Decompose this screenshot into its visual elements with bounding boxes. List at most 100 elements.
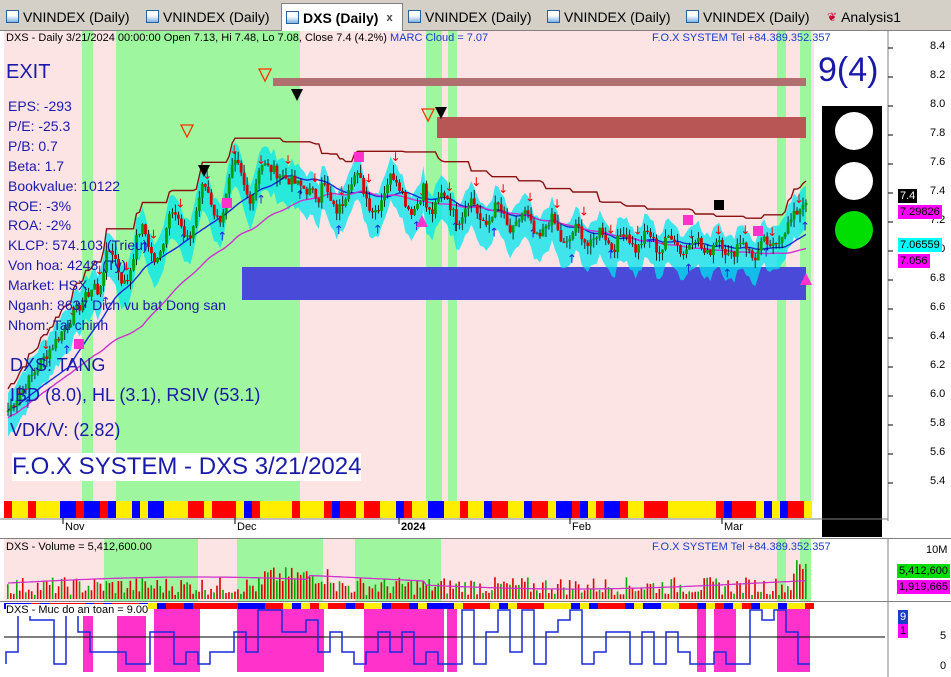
volume-bar: [580, 592, 583, 599]
candle-body: [407, 206, 410, 210]
volume-pane[interactable]: DXS - Volume = 5,412,600.00 F.O.X SYSTEM…: [0, 538, 951, 601]
signal-square: [683, 215, 693, 225]
light-bottom: [835, 211, 873, 249]
volume-bar: [147, 587, 150, 599]
safety-stripe-cell: [636, 501, 644, 518]
candle-body: [457, 223, 461, 225]
safety-stripe-cell: [556, 501, 564, 518]
candle-body: [269, 164, 273, 172]
candle-body: [472, 198, 476, 205]
candle-body: [697, 238, 700, 242]
volume-bar: [84, 590, 87, 599]
safety-stripe-cell: [388, 501, 396, 518]
volume-bar: [586, 584, 589, 599]
candle-body: [499, 204, 503, 211]
volume-tag-current: 5,412,600: [897, 564, 950, 578]
candle-body: [353, 175, 357, 185]
tab-vnindex-2[interactable]: VNINDEX (Daily): [142, 4, 279, 29]
sell-arrow: ↓: [767, 225, 777, 239]
tab-vnindex-3[interactable]: VNINDEX (Daily): [404, 4, 542, 29]
candle-body: [729, 251, 733, 253]
candle-body: [431, 209, 434, 215]
volume-bar: [204, 589, 206, 599]
candle-body: [538, 232, 542, 237]
candle-body: [386, 184, 389, 194]
volume-bar: [748, 579, 750, 599]
volume-bar: [54, 593, 57, 599]
price-tag: 7.29826: [898, 205, 942, 219]
volume-bar: [694, 591, 697, 599]
safety-top-stripe: [562, 603, 571, 609]
safety-top-stripe: [553, 603, 562, 609]
safety-zone: [237, 606, 324, 672]
volume-bar: [763, 580, 765, 599]
safety-stripe-cell: [276, 501, 284, 518]
candle-body: [574, 223, 578, 233]
tab-dxs-daily[interactable]: DXS (Daily) x: [281, 3, 403, 31]
candle-body: [744, 242, 748, 250]
volume-bar: [132, 590, 135, 599]
tab-vnindex-5[interactable]: VNINDEX (Daily): [682, 4, 822, 29]
safety-zone: [364, 606, 444, 672]
candle-body: [541, 228, 545, 237]
volume-bar: [329, 582, 332, 599]
safety-stripe-cell: [372, 501, 380, 518]
candle-body: [260, 165, 264, 171]
safety-top-stripe: [391, 603, 400, 609]
fundamental-item: ROE: -3%: [8, 197, 72, 214]
candle-body: [508, 224, 512, 233]
volume-bar: [778, 594, 780, 599]
price-pane[interactable]: ↓↑↓↑↓↓↑↓↑↓↓↑↓↑↓↓↑↓↑↓↑↓↓↑↓↑↓↓↑↓↑↓↓↑↓↑↓↓↑↓…: [0, 31, 951, 537]
tab-analysis1[interactable]: ❦ Analysis1: [823, 4, 951, 29]
volume-bar: [326, 569, 329, 599]
volume-bar: [347, 585, 350, 599]
sell-arrow: ↓: [283, 153, 293, 167]
volume-bar: [180, 580, 182, 599]
volume-bar: [174, 594, 176, 599]
candle-body: [771, 243, 775, 246]
candle-body: [371, 210, 375, 213]
buy-arrow: ↑: [256, 192, 266, 206]
volume-bar: [673, 577, 676, 599]
volume-bar: [688, 591, 691, 599]
candle-body: [356, 173, 360, 176]
volume-y-tick: 10M: [926, 544, 948, 556]
candle-body: [433, 202, 437, 215]
candle-body: [685, 249, 688, 255]
volume-bar: [368, 586, 371, 599]
volume-bar: [745, 577, 747, 599]
volume-bar: [634, 591, 637, 599]
volume-bar: [371, 588, 374, 599]
volume-bar: [646, 583, 649, 599]
safety-top-stripe: [697, 603, 706, 609]
volume-bar: [102, 590, 105, 599]
candle-body: [445, 195, 449, 199]
volume-bar: [793, 573, 795, 599]
candle-body: [493, 202, 497, 218]
candle-body: [679, 245, 682, 254]
candle-body: [338, 204, 342, 214]
safety-stripe-cell: [380, 501, 388, 518]
candle-body: [526, 210, 530, 214]
sell-arrow: ↓: [579, 204, 589, 218]
safety-top-stripe: [148, 603, 157, 609]
safety-stripe-cell: [612, 501, 620, 518]
tab-vnindex-4[interactable]: VNINDEX (Daily): [543, 4, 681, 29]
close-tab-icon[interactable]: x: [386, 12, 392, 24]
volume-bar: [237, 589, 239, 599]
volume-bar: [81, 592, 84, 599]
price-tag: 7.06559: [898, 238, 942, 252]
safety-pane[interactable]: DXS - Muc do an toan = 9.00 5 0 9 1: [0, 601, 951, 677]
candle-body: [239, 163, 243, 173]
sell-arrow: ↓: [444, 180, 454, 194]
candle-body: [517, 220, 521, 222]
candle-body: [377, 210, 381, 212]
tab-vnindex-1[interactable]: VNINDEX (Daily): [2, 4, 140, 29]
candle-body: [389, 173, 392, 185]
volume-bar: [177, 591, 179, 599]
fundamental-item: Market: HSX: [8, 277, 88, 294]
candle-body: [777, 242, 781, 244]
price-y-tick: 6.8: [930, 272, 946, 284]
volume-bar: [183, 584, 185, 599]
safety-top-stripe: [265, 603, 274, 609]
